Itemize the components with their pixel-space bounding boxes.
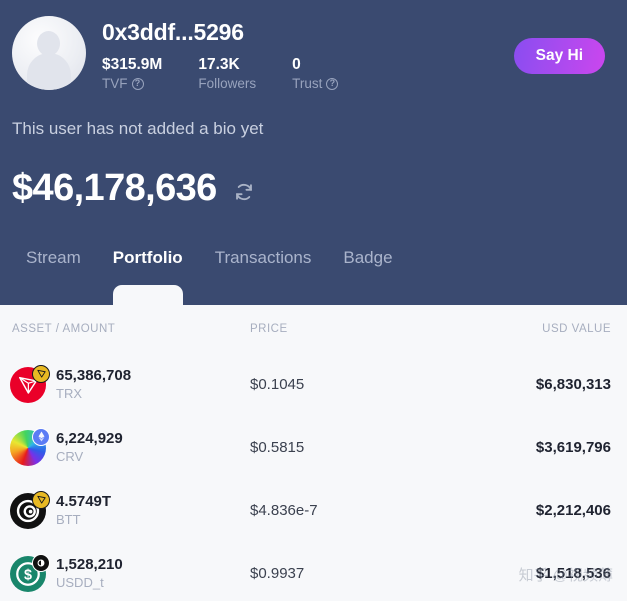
asset-symbol: CRV	[56, 448, 84, 464]
btt-coin-icon	[10, 490, 50, 529]
svg-text:$: $	[24, 567, 32, 583]
column-header-usd-value: USD VALUE	[542, 323, 611, 335]
table-row[interactable]: 4.5749T BTT $4.836e-7 $2,212,406	[0, 479, 627, 542]
table-row[interactable]: 6,224,929 CRV $0.5815 $3,619,796	[0, 416, 627, 479]
asset-usd-value: $1,518,536	[535, 565, 611, 582]
portfolio-total-value: $46,178,636	[12, 167, 217, 209]
asset-amount-wrap: 1,528,210 USDD_t	[56, 556, 123, 592]
dark-network-badge	[32, 553, 50, 572]
asset-cell: 4.5749T BTT	[0, 490, 250, 529]
total-value-row: $46,178,636	[12, 167, 255, 210]
asset-cell: 6,224,929 CRV	[0, 427, 250, 466]
asset-usd-value: $3,619,796	[535, 439, 611, 456]
dark-badge-glyph	[37, 559, 45, 566]
asset-amount: 65,386,708	[56, 366, 132, 384]
asset-cell: 65,386,708 TRX	[0, 364, 250, 403]
tab-transactions[interactable]: Transactions	[199, 249, 328, 266]
table-row[interactable]: $ 1,528,210 USDD_t $0.9937 $1,518,536	[0, 542, 627, 601]
asset-amount: 6,224,929	[56, 429, 123, 447]
table-row[interactable]: 65,386,708 TRX $0.1045 $6,830,313	[0, 353, 627, 416]
asset-price: $0.1045	[250, 376, 305, 393]
usdd-coin-icon: $	[10, 553, 50, 592]
asset-symbol: USDD_t	[56, 574, 104, 590]
tab-stream[interactable]: Stream	[10, 249, 97, 266]
tron-badge-glyph	[36, 369, 46, 378]
column-header-price: PRICE	[250, 323, 288, 335]
asset-amount-wrap: 6,224,929 CRV	[56, 430, 123, 466]
asset-amount-wrap: 65,386,708 TRX	[56, 367, 131, 403]
crv-coin-icon	[10, 427, 50, 466]
stat-tvf-value: $315.9M	[102, 56, 163, 74]
profile-identity: 0x3ddf...5296 $315.9M TVF ? 17.3K Follow…	[102, 16, 374, 93]
asset-amount: 4.5749T	[56, 492, 112, 510]
asset-usd-value: $6,830,313	[535, 376, 611, 393]
profile-bio: This user has not added a bio yet	[12, 119, 264, 138]
ethereum-badge-glyph	[38, 431, 44, 442]
asset-price: $0.5815	[250, 439, 305, 456]
stat-tvf-label: TVF	[102, 75, 128, 91]
table-header: ASSET / AMOUNT PRICE USD VALUE	[0, 305, 627, 353]
stat-followers-value: 17.3K	[198, 56, 240, 74]
asset-amount-wrap: 4.5749T BTT	[56, 493, 111, 529]
tron-network-badge	[32, 490, 50, 509]
profile-page: 0x3ddf...5296 $315.9M TVF ? 17.3K Follow…	[0, 0, 627, 601]
tab-badge-label: Badge	[343, 248, 393, 267]
stat-followers-label: Followers	[198, 75, 257, 91]
stat-tvf: $315.9M TVF ?	[102, 55, 162, 93]
stat-trust: 0 Trust ?	[292, 55, 339, 93]
profile-hero: 0x3ddf...5296 $315.9M TVF ? 17.3K Follow…	[0, 0, 627, 307]
help-icon[interactable]: ?	[131, 77, 144, 90]
refresh-icon[interactable]	[233, 181, 255, 203]
stat-trust-label-row: Trust ?	[292, 75, 339, 93]
default-user-avatar[interactable]	[12, 16, 86, 90]
say-hi-button[interactable]: Say Hi	[513, 38, 605, 74]
trx-coin-icon	[10, 364, 50, 403]
asset-amount: 1,528,210	[56, 555, 123, 573]
tab-badge[interactable]: Badge	[327, 249, 408, 266]
stat-followers-label-row: Followers	[198, 75, 256, 93]
tab-portfolio-label: Portfolio	[112, 248, 183, 267]
column-header-asset: ASSET / AMOUNT	[12, 323, 116, 335]
profile-stats: $315.9M TVF ? 17.3K Followers 0 Trust ?	[102, 55, 374, 93]
portfolio-table: ASSET / AMOUNT PRICE USD VALUE 65,386,70…	[0, 305, 627, 601]
stat-followers: 17.3K Followers	[198, 55, 256, 93]
stat-trust-label: Trust	[292, 75, 323, 91]
tron-network-badge	[32, 364, 50, 383]
asset-usd-value: $2,212,406	[535, 502, 611, 519]
asset-price: $4.836e-7	[250, 502, 318, 519]
asset-symbol: TRX	[56, 385, 82, 401]
page-title: 0x3ddf...5296	[102, 19, 244, 45]
asset-symbol: BTT	[56, 511, 81, 527]
tab-transactions-label: Transactions	[214, 248, 312, 267]
avatar-body-shape	[27, 53, 71, 90]
tab-stream-label: Stream	[26, 248, 81, 267]
profile-tabs: Stream Portfolio Transactions Badge	[0, 248, 627, 307]
ethereum-network-badge	[32, 427, 50, 446]
stat-tvf-label-row: TVF ?	[102, 75, 162, 93]
active-tab-indicator	[112, 285, 183, 307]
asset-cell: $ 1,528,210 USDD_t	[0, 553, 250, 592]
tron-badge-glyph	[36, 495, 46, 504]
profile-header: 0x3ddf...5296 $315.9M TVF ? 17.3K Follow…	[12, 16, 374, 93]
asset-price: $0.9937	[250, 565, 305, 582]
stat-trust-value: 0	[292, 56, 301, 74]
help-icon[interactable]: ?	[326, 77, 339, 90]
tab-portfolio[interactable]: Portfolio	[97, 248, 199, 307]
